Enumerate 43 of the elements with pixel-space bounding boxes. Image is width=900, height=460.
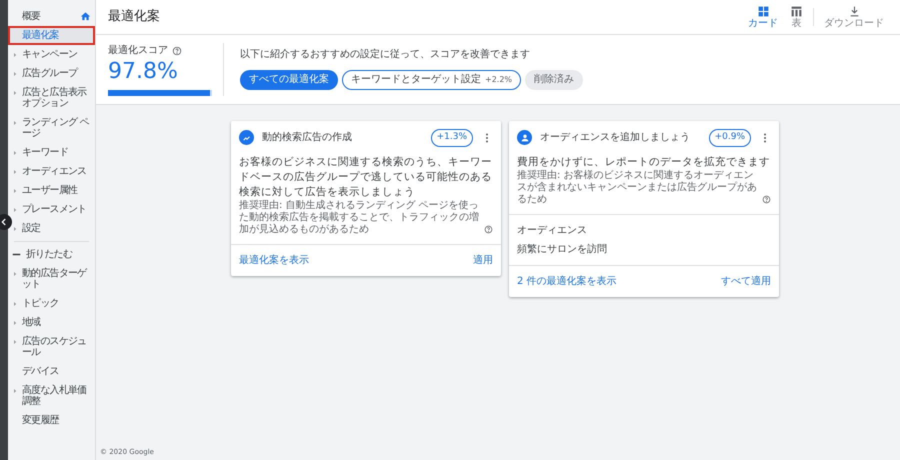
card-headline: お客様のビジネスに関連する検索のうち、キーワードベースの広告グループで逃している可能性のある検索に対して広告を表示しましょう — [238, 154, 493, 200]
sidebar-item[interactable]: プレースメント — [8, 200, 95, 219]
sidebar-item[interactable]: 変更履歴 — [8, 411, 95, 430]
toolbar-button[interactable]: ダウンロード — [818, 5, 890, 29]
intro-text: 以下に紹介するおすすめの設定に従って、スコアを改善できます — [240, 48, 531, 62]
sidebar-item[interactable]: 動的広告ターゲット — [8, 264, 95, 294]
card-title: 動的検索広告の作成 — [262, 130, 353, 146]
card-reason: 推奨理由: お客様のビジネスに関連するオーディエンスが含まれないキャンペーンまたは広告グループがあるため — [517, 170, 758, 206]
sidebar-item[interactable]: トピック — [8, 294, 95, 313]
apply-button[interactable]: すべて適用 — [721, 274, 771, 288]
sidebar-item[interactable]: 広告と広告表示オプション — [8, 83, 95, 113]
filter-chip[interactable]: すべての最適化案 — [240, 70, 338, 90]
uplift-badge: +0.9% — [708, 129, 751, 146]
view-link[interactable]: 2 件の最適化案を表示 — [517, 274, 617, 288]
filter-chip[interactable]: キーワードとターゲット設定 +2.2% — [342, 70, 522, 90]
sidebar-item[interactable]: 高度な入札単価調整 — [8, 381, 95, 411]
sidebar-item[interactable]: 折りたたむ — [8, 245, 95, 264]
filter-chip[interactable]: 削除済み — [525, 70, 584, 90]
page-title: 最適化案 — [108, 8, 161, 26]
sidebar-item[interactable]: 地域 — [8, 313, 95, 332]
card-title: オーディエンスを追加しましょう — [540, 130, 691, 146]
card-headline: 費用をかけずに、レポートのデータを拡充できます — [516, 154, 771, 170]
detail-label: オーディエンス — [517, 224, 588, 238]
toolbar-button[interactable]: カード — [742, 5, 784, 29]
card-reason: 推奨理由: 自動生成されるランディング ページを使った動的検索広告を掲載することで、トラフィックの増加が見込めるものがあるため — [239, 200, 480, 236]
sidebar-item[interactable]: 最適化案 — [8, 26, 95, 45]
sidebar-item[interactable]: ユーザー属性 — [8, 181, 95, 200]
sidebar-item[interactable]: 設定 — [8, 219, 95, 238]
view-link[interactable]: 最適化案を表示 — [239, 252, 309, 268]
uplift-badge: +1.3% — [430, 129, 473, 146]
detail-value: 頻繁にサロンを訪問 — [517, 242, 608, 256]
score-label: 最適化スコア — [108, 44, 168, 58]
score-value: 97.8% — [108, 58, 179, 86]
sidebar-item[interactable]: ランディング ページ — [8, 113, 95, 143]
sidebar-item[interactable]: キャンペーン — [8, 45, 95, 64]
sidebar-item[interactable]: デバイス — [8, 362, 95, 381]
sidebar-item[interactable]: 広告グループ — [8, 64, 95, 83]
toolbar-button[interactable]: 表 — [784, 5, 809, 29]
sidebar-item[interactable]: 広告のスケジュール — [8, 332, 95, 362]
sidebar-item[interactable]: キーワード — [8, 143, 95, 162]
apply-button[interactable]: 適用 — [473, 252, 493, 268]
sidebar-item[interactable]: 概要 — [8, 7, 95, 26]
sidebar-item[interactable]: オーディエンス — [8, 162, 95, 181]
